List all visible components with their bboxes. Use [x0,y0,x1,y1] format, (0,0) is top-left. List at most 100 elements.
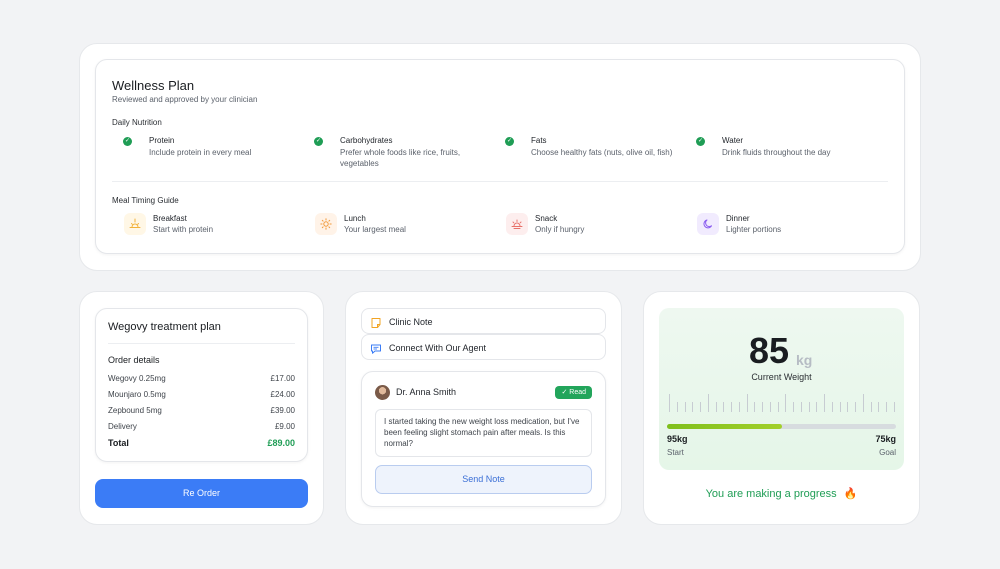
weight-panel: 85 kg Current Weight 95kg Start 75kg Goa… [659,308,904,470]
ruler-tick [870,402,872,412]
ruler-tick [692,402,694,412]
order-line-item: Zepbound 5mg £39.00 [108,406,295,417]
progress-message-text: You are making a progress [705,488,837,500]
ruler-tick [855,402,857,412]
item-amount: £39.00 [270,406,295,415]
nutrition-title: Fats [531,136,547,145]
send-note-button[interactable]: Send Note [375,465,592,494]
ruler-tick [731,402,733,412]
wellness-plan-title: Wellness Plan [112,78,195,93]
ruler-tick [808,402,810,412]
ruler-tick [847,402,849,412]
meal-item-snack: Snack Only if hungry [494,213,674,237]
order-card: Wegovy treatment plan Order details Wego… [95,308,308,462]
nutrition-desc: Drink fluids throughout the day [722,148,831,157]
ruler-tick [816,402,818,412]
meal-desc: Lighter portions [726,225,782,234]
meal-item-lunch: Lunch Your largest meal [303,213,483,237]
read-status-badge: ✓ Read [555,386,592,399]
clinic-note-label: Clinic Note [389,317,433,327]
order-line-item: Wegovy 0.25mg £17.00 [108,374,295,385]
ruler-tick [762,402,764,412]
meal-desc: Only if hungry [535,225,585,234]
ruler-tick [839,402,841,412]
ruler-tick [862,394,864,412]
goal-weight-label: Goal [879,448,896,457]
item-amount: £17.00 [270,374,295,383]
ruler-tick [769,402,771,412]
daily-nutrition-label: Daily Nutrition [112,118,162,127]
check-icon: ✓ [505,137,514,146]
connect-agent-label: Connect With Our Agent [389,343,487,353]
start-weight-value: 95kg [667,434,688,444]
meal-title: Dinner [726,214,750,223]
order-line-item: Mounjaro 0.5mg £24.00 [108,390,295,401]
note-message-card: Dr. Anna Smith ✓ Read I started taking t… [361,371,606,507]
progress-message: You are making a progress 🔥 [643,487,920,500]
wellness-plan-subtitle: Reviewed and approved by your clinician [112,95,258,104]
meal-title: Snack [535,214,558,223]
sunset-icon [506,213,528,235]
ruler-tick [754,402,756,412]
item-label: Mounjaro 0.5mg [108,390,166,399]
weight-unit: kg [796,352,813,368]
meal-desc: Start with protein [153,225,214,234]
ruler-tick [669,394,670,412]
weight-progress-track [667,424,896,429]
connect-agent-tab[interactable]: Connect With Our Agent [361,334,606,360]
item-label: Zepbound 5mg [108,406,162,415]
total-label: Total [108,438,129,448]
note-icon [370,316,382,328]
ruler-tick [746,394,748,412]
nutrition-desc: Choose healthy fats (nuts, olive oil, fi… [531,148,673,157]
check-icon: ✓ [123,137,132,146]
total-amount: £89.00 [267,438,295,448]
meal-item-dinner: Dinner Lighter portions [685,213,865,237]
reorder-button[interactable]: Re Order [95,479,308,508]
ruler-tick [723,402,725,412]
ruler-tick [894,402,895,412]
order-line-item: Delivery £9.00 [108,422,295,433]
goal-weight-value: 75kg [875,434,896,444]
read-badge-label: Read [569,389,586,396]
ruler-tick [831,402,833,412]
check-icon: ✓ [696,137,705,146]
start-weight-label: Start [667,448,684,457]
ruler-tick [684,402,686,412]
nutrition-desc: Include protein in every meal [149,148,252,157]
order-details-label: Order details [108,355,160,365]
current-weight-value: 85 [749,330,790,371]
ruler-tick [878,402,880,412]
ruler-tick [715,402,717,412]
fire-icon: 🔥 [843,488,858,500]
current-weight-caption: Current Weight [751,372,812,382]
ruler-tick [824,394,826,412]
ruler-tick [886,402,888,412]
moon-icon [697,213,719,235]
nutrition-desc: Prefer whole foods like rice, fruits, ve… [340,148,461,168]
ruler-tick [800,402,802,412]
meal-title: Breakfast [153,214,187,223]
item-label: Wegovy 0.25mg [108,374,166,383]
meal-desc: Your largest meal [344,225,406,234]
order-title: Wegovy treatment plan [108,321,221,333]
ruler-tick [700,402,702,412]
item-label: Delivery [108,422,137,431]
ruler-tick [738,402,740,412]
note-message-text[interactable]: I started taking the new weight loss med… [375,409,592,457]
item-amount: £9.00 [274,422,295,431]
chat-icon [370,342,382,354]
weight-ruler [669,392,895,412]
meal-title: Lunch [344,214,366,223]
ruler-tick [793,402,795,412]
ruler-tick [676,402,678,412]
nutrition-title: Water [722,136,744,145]
order-total-row: Total £89.00 [108,438,295,449]
ruler-tick [785,394,787,412]
meal-item-breakfast: Breakfast Start with protein [112,213,292,237]
ruler-tick [777,402,779,412]
divider [108,343,295,344]
divider [112,181,888,182]
clinic-note-tab[interactable]: Clinic Note [361,308,606,334]
avatar [375,385,390,400]
